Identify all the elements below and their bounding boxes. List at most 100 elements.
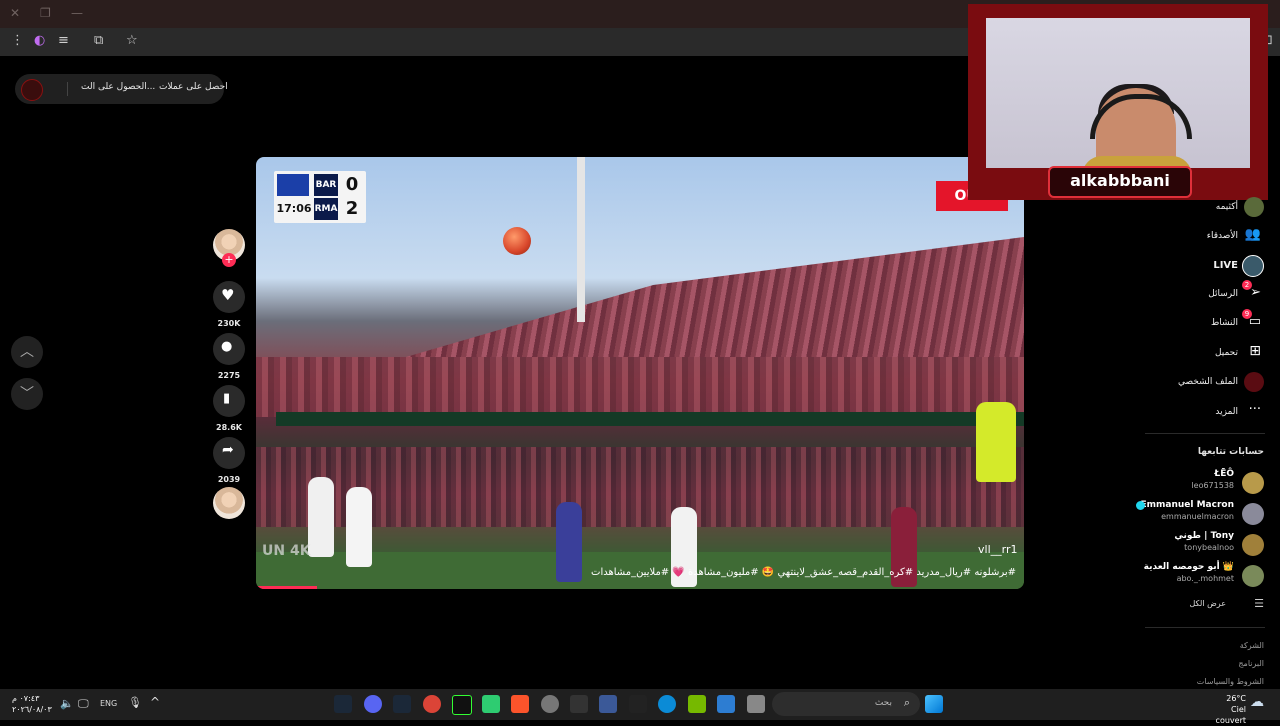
comment-count: 2275 (217, 371, 241, 380)
sound-avatar[interactable] (213, 487, 245, 519)
epic-games-icon[interactable] (629, 695, 647, 713)
app-icon[interactable] (717, 695, 735, 713)
steam-icon[interactable] (334, 695, 352, 713)
close-icon[interactable]: ✕ (10, 6, 20, 20)
avatar (1242, 472, 1264, 494)
settings-gear-icon[interactable] (541, 695, 559, 713)
network-icon[interactable]: 🖵 (78, 697, 89, 711)
cloud-icon: ☁ (1250, 694, 1264, 710)
avatar-icon (1244, 197, 1264, 217)
brave-icon[interactable] (511, 695, 529, 713)
share-action[interactable]: ➦ 2039 (213, 437, 245, 484)
next-video-button[interactable]: ﹀ (11, 378, 43, 410)
save-action[interactable]: ▮ 28.6K (213, 385, 245, 432)
stadium-ad-board (276, 412, 1024, 426)
list-icon: ☰ (1254, 597, 1264, 610)
steam-app-icon[interactable] (393, 695, 411, 713)
video-player[interactable]: BAR RMA 0 2 17:06 OUN UN 4K vll__rr1 #بر… (256, 157, 1024, 589)
heart-icon[interactable]: ♥ (213, 281, 245, 313)
like-action[interactable]: ♥ 230K (213, 281, 245, 328)
sidebar-item-profile[interactable]: الملف الشخصي (1164, 372, 1264, 394)
sidebar-item-activity[interactable]: ▭ 9 النشاط (1184, 309, 1264, 335)
sidebar-item-upload[interactable]: ⊞ تحميل (1184, 343, 1264, 365)
get-coins-link[interactable]: احصل على عملات (159, 82, 228, 92)
video-progress-bar[interactable] (256, 586, 318, 589)
comment-action[interactable]: ● 2275 (213, 333, 245, 380)
profile-icon (1244, 372, 1264, 392)
webcam-feed (986, 18, 1250, 186)
footer-program[interactable]: البرنامج (1238, 659, 1264, 668)
edge-icon[interactable] (658, 695, 676, 713)
account-name: Emmanuel Macron (1140, 500, 1234, 510)
minimize-icon[interactable]: — (71, 6, 83, 20)
language-indicator[interactable]: ENG (100, 699, 117, 708)
followed-account[interactable]: طوني | Tony tonybealnoo (1144, 531, 1264, 559)
sidebar-item-foryou[interactable]: أكثيمه (1184, 197, 1264, 219)
bookmark-star-icon[interactable]: ☆ (126, 33, 138, 48)
follow-plus-icon[interactable]: + (222, 253, 236, 267)
sidebar-item-label: الرسائل (1208, 289, 1238, 299)
like-count: 230K (217, 319, 241, 328)
previous-video-button[interactable]: ︿ (11, 336, 43, 368)
floodlight-pole (577, 157, 585, 322)
footer-company[interactable]: الشركة (1240, 641, 1264, 650)
followed-account[interactable]: Emmanuel Macron emmanuelmacron (1124, 500, 1264, 528)
tiktok-logo-icon[interactable] (21, 79, 43, 101)
comment-icon[interactable]: ● (213, 333, 245, 365)
player (346, 487, 372, 567)
streamlabs-icon[interactable] (570, 695, 588, 713)
restore-icon[interactable]: ❐ (40, 6, 51, 20)
extension-icon[interactable]: ◐ (34, 33, 45, 48)
microphone-icon[interactable]: 🎙 (128, 696, 142, 709)
team1-score: 0 (345, 174, 359, 195)
weather-widget[interactable]: 26°C Ciel couvert (1200, 693, 1246, 726)
weather-condition: Ciel couvert (1215, 705, 1246, 725)
avatar (1242, 534, 1264, 556)
sidebar-item-label: النشاط (1210, 318, 1238, 328)
match-clock: 17:06 (276, 202, 312, 215)
app-icon[interactable] (482, 695, 500, 713)
footer-terms[interactable]: الشروط والسياسات (1197, 677, 1264, 686)
sidebar-item-label: المزيد (1215, 407, 1238, 417)
terminal-icon[interactable] (452, 695, 472, 715)
video-caption[interactable]: #برشلونه #ريال_مدريد #كره_القدم_قصه_عشق_… (591, 567, 1016, 578)
player (556, 502, 582, 582)
sidebar-item-label: تحميل (1214, 348, 1238, 358)
file-explorer-icon[interactable] (747, 695, 765, 713)
menu-dots-icon[interactable]: ⋮ (11, 33, 24, 48)
sidebar-item-friends[interactable]: 👥 الأصدقاء (1184, 226, 1264, 248)
sidebar-item-more[interactable]: ··· المزيد (1184, 402, 1264, 424)
reading-list-icon[interactable]: ≡ (58, 33, 69, 48)
see-all-link[interactable]: ☰ عرض الكل (1184, 597, 1264, 613)
left-watermark: UN 4K (262, 543, 311, 559)
get-app-link[interactable]: الحصول على الت... (81, 82, 155, 92)
share-arrow-icon[interactable]: ➦ (213, 437, 245, 469)
app-icon[interactable] (599, 695, 617, 713)
taskbar-search[interactable]: بحث ⌕ (772, 692, 920, 716)
messages-badge: 2 (1242, 280, 1252, 290)
sidebar-item-messages[interactable]: ➢ 2 الرسائل (1184, 280, 1264, 306)
followed-account[interactable]: أبو حومصه العدية 👑 abo._.mohmet (1124, 562, 1264, 590)
clock[interactable]: ٠٧:٤٣ م ٢٠٢٦/٠٨/٠٣ (12, 693, 52, 715)
bookmark-icon[interactable]: ▮ (213, 385, 245, 417)
chevron-up-icon[interactable]: ^ (150, 695, 160, 709)
sidebar-item-label: الأصدقاء (1206, 231, 1238, 241)
sidebar-item-live[interactable]: LIVE (1184, 255, 1264, 277)
music-disc-avatar[interactable] (213, 487, 245, 519)
nvidia-icon[interactable] (688, 695, 706, 713)
account-username: emmanuelmacron (1161, 512, 1234, 521)
account-name: أبو حومصه العدية 👑 (1143, 562, 1234, 572)
player (308, 477, 334, 557)
following-title: حسابات تتابعها (1197, 447, 1264, 457)
volume-icon[interactable]: 🔈 (60, 697, 74, 710)
account-username: leo671538 (1191, 481, 1234, 490)
discord-icon[interactable] (364, 695, 382, 713)
chevron-down-icon: ﹀ (20, 386, 34, 402)
extensions-puzzle-icon[interactable]: ⧉ (94, 33, 103, 48)
friends-icon: 👥 (1244, 227, 1261, 242)
followed-account[interactable]: ŁĒÔ leo671538 (1144, 469, 1264, 497)
chrome-icon[interactable] (423, 695, 441, 713)
creator-avatar[interactable]: + (213, 229, 245, 267)
temperature: 26°C (1226, 694, 1246, 703)
windows-start-icon[interactable] (925, 695, 943, 713)
